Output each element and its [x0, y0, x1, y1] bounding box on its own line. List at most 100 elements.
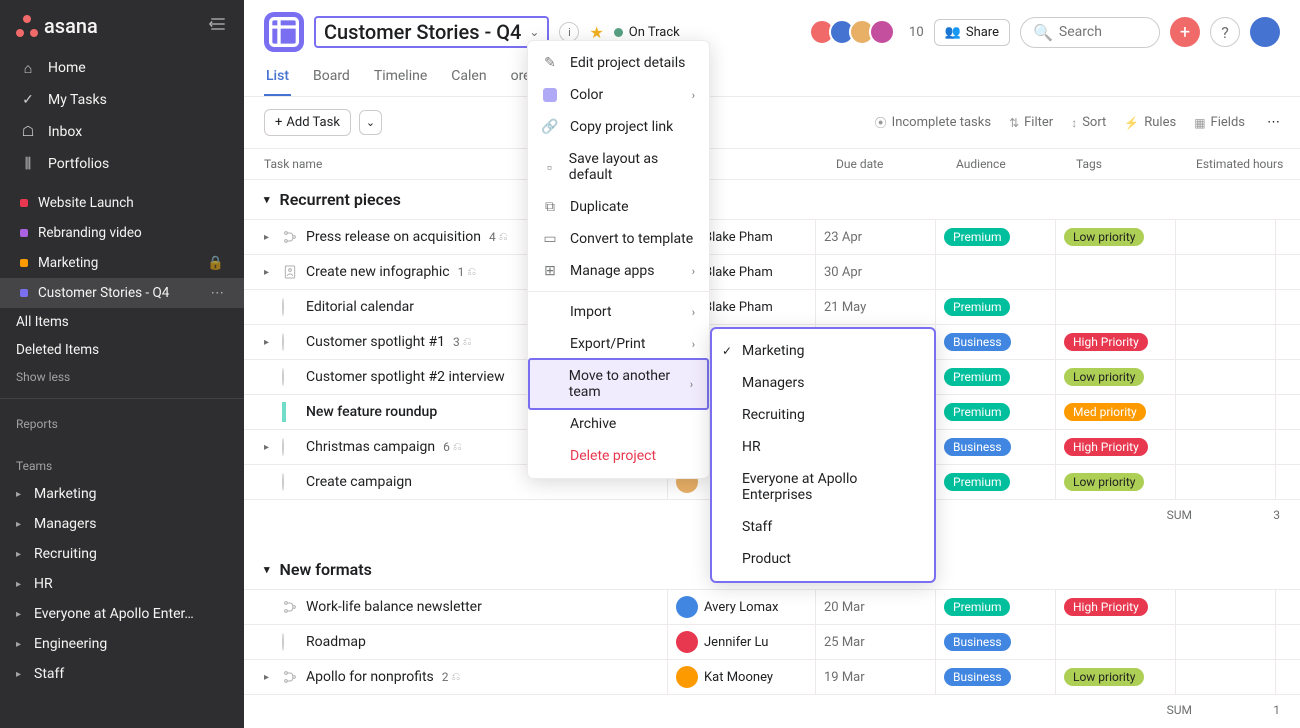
col-due-date[interactable]: Due date: [836, 157, 956, 171]
audience-cell[interactable]: Premium: [936, 465, 1056, 499]
tags-cell[interactable]: Low priority: [1056, 360, 1176, 394]
assignee-cell[interactable]: Avery Lomax: [668, 590, 816, 624]
sidebar-team[interactable]: ▸ HR: [0, 569, 244, 599]
all-items-link[interactable]: All Items: [0, 308, 244, 336]
menu-item-edit-project-details[interactable]: ✎ Edit project details: [528, 47, 709, 79]
tab-board[interactable]: Board: [311, 62, 352, 96]
menu-item-color[interactable]: Color ›: [528, 79, 709, 111]
estimated-cell[interactable]: [1176, 325, 1276, 359]
tags-cell[interactable]: Med priority: [1056, 395, 1176, 429]
toolbar-rules[interactable]: ⚡ Rules: [1124, 114, 1176, 131]
menu-item-move-to-another-team[interactable]: Move to another team ›: [528, 358, 709, 410]
audience-cell[interactable]: Business: [936, 625, 1056, 659]
more-actions-icon[interactable]: ⋯: [1267, 115, 1280, 130]
expand-subtasks-icon[interactable]: ▸: [264, 337, 274, 348]
expand-subtasks-icon[interactable]: ▸: [264, 442, 274, 453]
star-icon[interactable]: ★: [589, 23, 603, 42]
project-title-dropdown[interactable]: Customer Stories - Q4 ⌄: [314, 16, 549, 48]
nav-portfolios[interactable]: ⫼ Portfolios: [0, 148, 244, 180]
estimated-cell[interactable]: [1176, 290, 1276, 324]
menu-item-save-layout-as-default[interactable]: ▫ Save layout as default: [528, 143, 709, 191]
toolbar-sort[interactable]: ↕ Sort: [1071, 114, 1106, 131]
menu-item-archive[interactable]: Archive: [528, 408, 709, 440]
submenu-team-item[interactable]: Recruiting: [712, 399, 934, 431]
sidebar-team[interactable]: ▸ Everyone at Apollo Enter…: [0, 599, 244, 629]
audience-cell[interactable]: Premium: [936, 590, 1056, 624]
menu-item-manage-apps[interactable]: ⊞ Manage apps ›: [528, 255, 709, 287]
tags-cell[interactable]: High Priority: [1056, 325, 1176, 359]
estimated-cell[interactable]: [1176, 220, 1276, 254]
tags-cell[interactable]: High Priority: [1056, 430, 1176, 464]
status-pill[interactable]: On Track: [614, 25, 680, 40]
nav-home[interactable]: ⌂ Home: [0, 52, 244, 84]
submenu-team-item[interactable]: Product: [712, 543, 934, 575]
audience-cell[interactable]: Premium: [936, 360, 1056, 394]
submenu-team-item[interactable]: Everyone at Apollo Enterprises: [712, 463, 934, 511]
col-audience[interactable]: Audience: [956, 157, 1076, 171]
tags-cell[interactable]: [1056, 290, 1176, 324]
search-input[interactable]: [1059, 24, 1147, 40]
task-row[interactable]: ▸ Press release on acquisition 4 ⎌ Blake…: [244, 219, 1300, 254]
sidebar-team[interactable]: ▸ Engineering: [0, 629, 244, 659]
assignee-cell[interactable]: Jennifer Lu: [668, 625, 816, 659]
expand-subtasks-icon[interactable]: ▸: [264, 672, 274, 683]
estimated-cell[interactable]: [1176, 465, 1276, 499]
add-task-button[interactable]: + Add Task: [264, 109, 351, 136]
submenu-team-item[interactable]: ✓ Marketing: [712, 335, 934, 367]
tags-cell[interactable]: Low priority: [1056, 660, 1176, 694]
toolbar-fields[interactable]: ▦ Fields: [1194, 114, 1245, 131]
assignee-cell[interactable]: Kat Mooney: [668, 660, 816, 694]
sidebar-project[interactable]: Customer Stories - Q4 ⋯: [0, 278, 244, 308]
task-row[interactable]: ▸ Editorial calendar Blake Pham 21 May P…: [244, 289, 1300, 324]
member-avatars[interactable]: [809, 19, 895, 45]
sidebar-team[interactable]: ▸ Marketing: [0, 479, 244, 509]
submenu-team-item[interactable]: HR: [712, 431, 934, 463]
project-color-icon[interactable]: [264, 12, 304, 52]
menu-item-import[interactable]: Import ›: [528, 296, 709, 328]
tags-cell[interactable]: [1056, 625, 1176, 659]
help-button[interactable]: ?: [1210, 17, 1240, 47]
menu-item-duplicate[interactable]: ⧉ Duplicate: [528, 191, 709, 223]
task-row[interactable]: ▸ Create new infographic 1 ⎌ Blake Pham …: [244, 254, 1300, 289]
sidebar-project[interactable]: Website Launch: [0, 188, 244, 218]
sidebar-project[interactable]: Rebranding video: [0, 218, 244, 248]
due-date-cell[interactable]: 30 Apr: [816, 255, 936, 289]
estimated-cell[interactable]: [1176, 625, 1276, 659]
add-task-dropdown[interactable]: ⌄: [359, 110, 382, 135]
sidebar-team[interactable]: ▸ Staff: [0, 659, 244, 689]
task-row[interactable]: ▸ Work-life balance newsletter Avery Lom…: [244, 589, 1300, 624]
tab-timeline[interactable]: Timeline: [372, 62, 429, 96]
sidebar-team[interactable]: ▸ Managers: [0, 509, 244, 539]
estimated-cell[interactable]: [1176, 430, 1276, 464]
tags-cell[interactable]: High Priority: [1056, 590, 1176, 624]
project-info-button[interactable]: i: [559, 22, 579, 42]
chevron-down-icon[interactable]: ▾: [264, 193, 270, 206]
submenu-team-item[interactable]: Managers: [712, 367, 934, 399]
nav-my-tasks[interactable]: ✓ My Tasks: [0, 84, 244, 116]
current-user-avatar[interactable]: [1250, 17, 1280, 47]
col-tags[interactable]: Tags: [1076, 157, 1196, 171]
global-add-button[interactable]: +: [1170, 17, 1200, 47]
menu-item-copy-project-link[interactable]: 🔗 Copy project link: [528, 111, 709, 143]
section-header[interactable]: ▾ Recurrent pieces: [244, 180, 1300, 219]
logo[interactable]: asana: [16, 14, 98, 38]
expand-subtasks-icon[interactable]: ▸: [264, 267, 274, 278]
audience-cell[interactable]: Business: [936, 325, 1056, 359]
task-row[interactable]: ▸ Roadmap Jennifer Lu 25 Mar Business: [244, 624, 1300, 659]
estimated-cell[interactable]: [1176, 395, 1276, 429]
deleted-items-link[interactable]: Deleted Items: [0, 336, 244, 364]
due-date-cell[interactable]: 20 Mar: [816, 590, 936, 624]
estimated-cell[interactable]: [1176, 590, 1276, 624]
share-button[interactable]: 👥 Share: [934, 19, 1010, 46]
due-date-cell[interactable]: 21 May: [816, 290, 936, 324]
chevron-down-icon[interactable]: ▾: [264, 563, 270, 576]
audience-cell[interactable]: Premium: [936, 395, 1056, 429]
expand-subtasks-icon[interactable]: ▸: [264, 232, 274, 243]
sidebar-project[interactable]: Marketing 🔒: [0, 248, 244, 278]
tab-list[interactable]: List: [264, 62, 291, 96]
toolbar-filter[interactable]: ⇅ Filter: [1009, 114, 1053, 131]
sidebar-team[interactable]: ▸ Recruiting: [0, 539, 244, 569]
due-date-cell[interactable]: 25 Mar: [816, 625, 936, 659]
col-estimated[interactable]: Estimated hours: [1196, 157, 1296, 171]
collapse-sidebar-icon[interactable]: [208, 14, 228, 38]
